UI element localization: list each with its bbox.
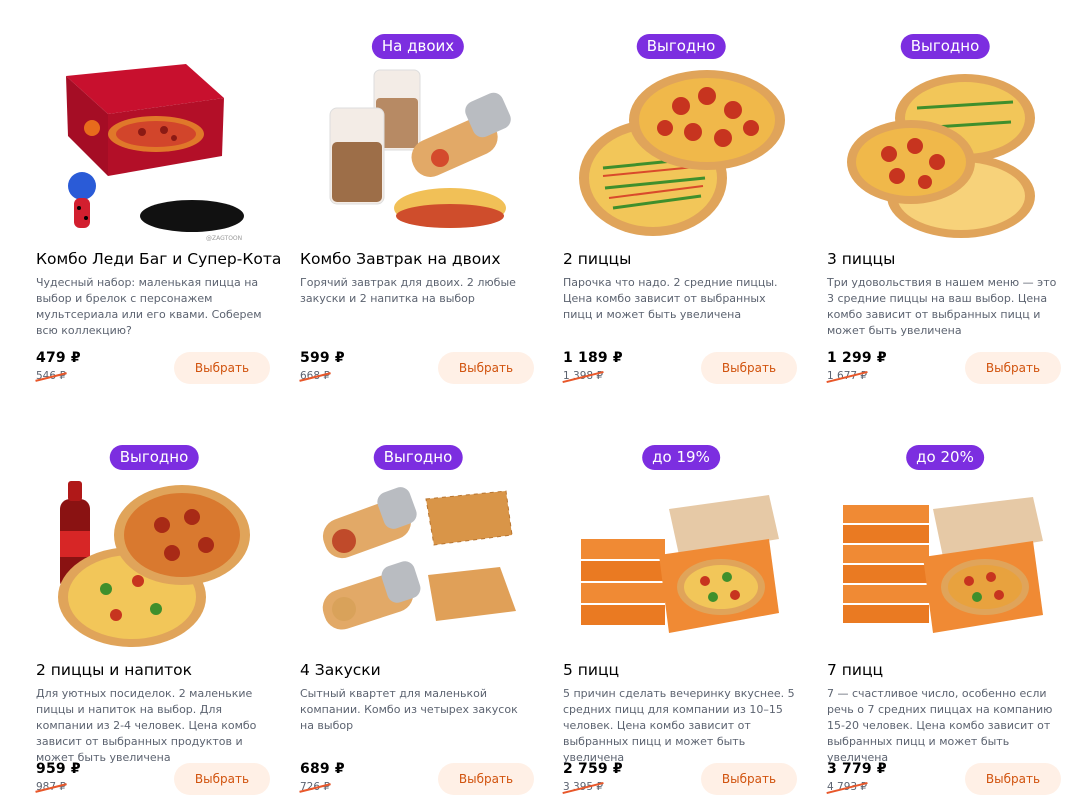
product-description: Для уютных посиделок. 2 маленькие пиццы …	[36, 687, 257, 764]
product-card-7-pizzas[interactable]: до 20% 7 пицц 7 — счастливое число, особ…	[827, 441, 1063, 795]
two-pizzas-drink-image[interactable]	[46, 469, 262, 653]
product-badge: до 19%	[642, 445, 720, 470]
product-card-5-pizzas[interactable]: до 19% 5 пицц 5 причин сделать вечеринку…	[563, 441, 799, 795]
product-title: 5 пицц	[563, 661, 620, 679]
four-snacks-image[interactable]	[310, 469, 526, 653]
product-old-price: 4 793 ₽	[827, 781, 868, 793]
product-title: Комбо Леди Баг и Супер-Кота	[36, 250, 282, 268]
product-badge: Выгодно	[373, 445, 463, 470]
product-old-price: 987 ₽	[36, 781, 67, 793]
product-price: 1 189 ₽	[563, 350, 623, 366]
product-old-price: 726 ₽	[300, 781, 331, 793]
product-description: Три удовольствия в нашем меню — это 3 ср…	[827, 276, 1057, 337]
product-description: 7 — счастливое число, особенно если речь…	[827, 687, 1053, 764]
product-badge: Выгодно	[109, 445, 199, 470]
product-price: 1 299 ₽	[827, 350, 887, 366]
product-old-price: 1 398 ₽	[563, 370, 604, 382]
product-card-ladybug-combo[interactable]: @ZAGTOON Комбо Леди Баг и Супер-Кота Чуд…	[36, 30, 281, 422]
product-card-3-pizzas[interactable]: Выгодно 3 пиццы Три удовольствия в нашем…	[827, 30, 1063, 422]
product-description: 5 причин сделать вечеринку вкуснее. 5 ср…	[563, 687, 795, 764]
product-badge: Выгодно	[900, 34, 990, 59]
product-title: Комбо Завтрак на двоих	[300, 250, 501, 268]
two-pizzas-image[interactable]	[573, 58, 789, 242]
product-description: Чудесный набор: маленькая пицца на выбор…	[36, 276, 262, 337]
product-card-breakfast-combo[interactable]: На двоих Комбо Завтрак на двоих Горячий …	[300, 30, 536, 422]
five-pizzas-image[interactable]	[573, 469, 789, 653]
product-price: 2 759 ₽	[563, 761, 623, 777]
product-price: 689 ₽	[300, 761, 345, 777]
product-description: Горячий завтрак для двоих. 2 любые закус…	[300, 276, 516, 305]
seven-pizzas-image[interactable]	[837, 469, 1053, 653]
select-button[interactable]: Выбрать	[701, 763, 797, 795]
product-old-price: 3 395 ₽	[563, 781, 604, 793]
product-price: 3 779 ₽	[827, 761, 887, 777]
product-card-2-pizzas[interactable]: Выгодно 2 пиццы Парочка что надо. 2 сред…	[563, 30, 799, 422]
product-title: 2 пиццы	[563, 250, 632, 268]
product-price: 479 ₽	[36, 350, 81, 366]
combo-grid: @ZAGTOON Комбо Леди Баг и Супер-Кота Чуд…	[0, 0, 1082, 795]
breakfast-combo-image[interactable]	[310, 58, 526, 242]
product-price: 599 ₽	[300, 350, 345, 366]
product-title: 2 пиццы и напиток	[36, 661, 192, 679]
three-pizzas-image[interactable]	[837, 58, 1053, 242]
select-button[interactable]: Выбрать	[174, 763, 270, 795]
product-badge: Выгодно	[636, 34, 726, 59]
ladybug-combo-image[interactable]: @ZAGTOON	[46, 58, 262, 242]
select-button[interactable]: Выбрать	[965, 352, 1061, 384]
product-card-4-snacks[interactable]: Выгодно 4 Закуски Сытный квартет для мал…	[300, 441, 536, 795]
product-old-price: 546 ₽	[36, 370, 67, 382]
select-button[interactable]: Выбрать	[965, 763, 1061, 795]
select-button[interactable]: Выбрать	[701, 352, 797, 384]
product-title: 4 Закуски	[300, 661, 381, 679]
product-old-price: 668 ₽	[300, 370, 331, 382]
product-title: 7 пицц	[827, 661, 884, 679]
select-button[interactable]: Выбрать	[174, 352, 270, 384]
product-price: 959 ₽	[36, 761, 81, 777]
product-card-2-pizzas-and-drink[interactable]: Выгодно 2 пиццы и напиток Для уютных пос…	[36, 441, 272, 795]
select-button[interactable]: Выбрать	[438, 352, 534, 384]
select-button[interactable]: Выбрать	[438, 763, 534, 795]
product-badge: до 20%	[906, 445, 984, 470]
product-title: 3 пиццы	[827, 250, 896, 268]
ladybug-image-caption: @ZAGTOON	[206, 235, 242, 242]
product-description: Парочка что надо. 2 средние пиццы. Цена …	[563, 276, 778, 321]
product-description: Сытный квартет для маленькой компании. К…	[300, 687, 518, 732]
product-badge: На двоих	[371, 34, 465, 59]
product-old-price: 1 677 ₽	[827, 370, 868, 382]
